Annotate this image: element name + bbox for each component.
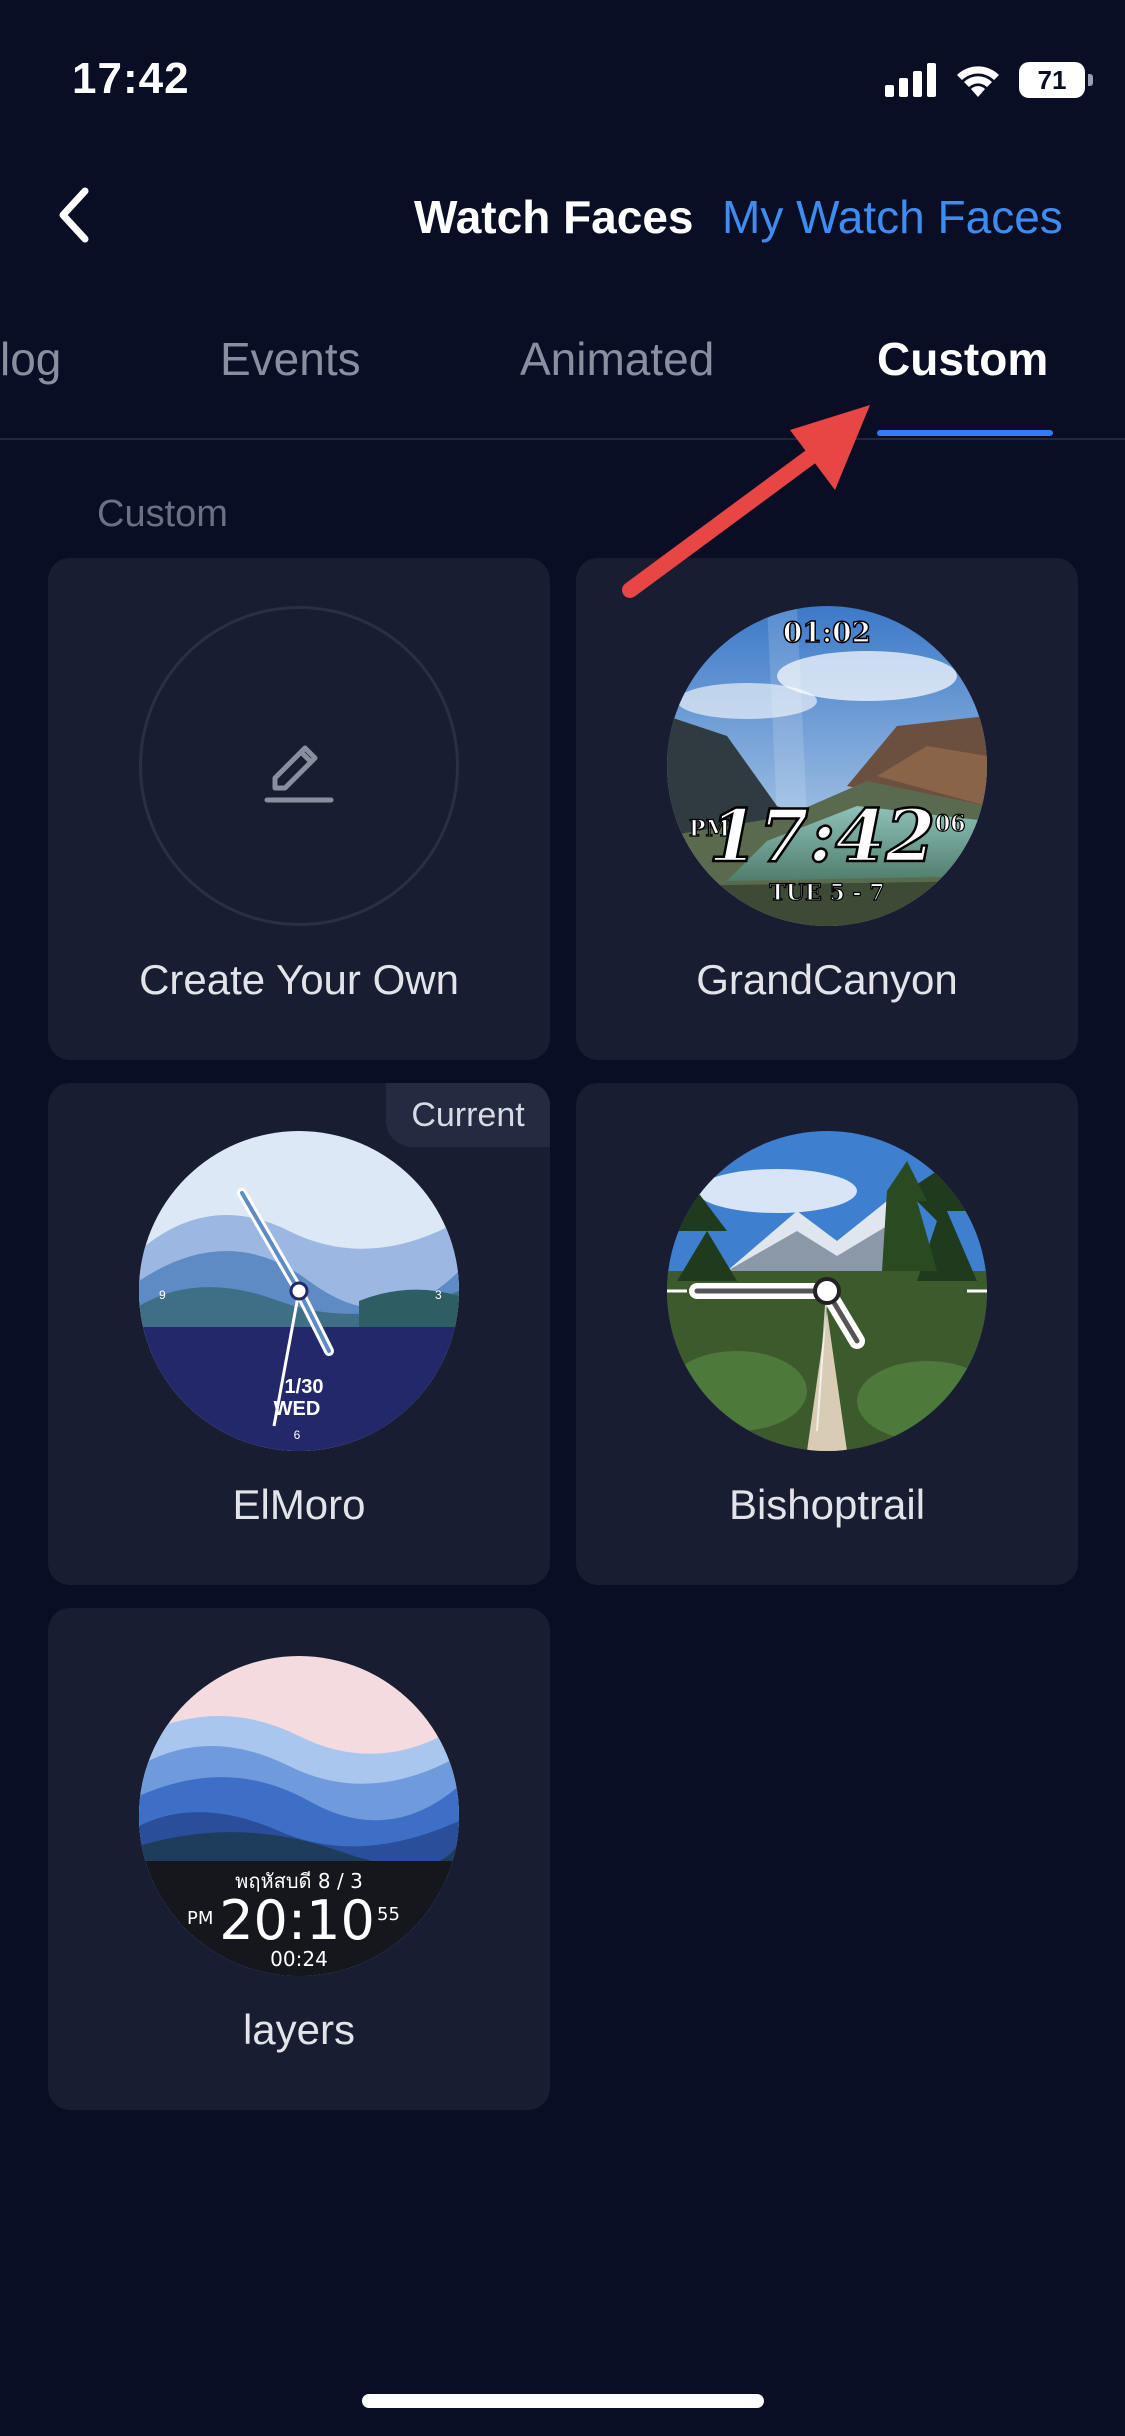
layers-card[interactable]: พฤหัสบดี 8 / 3 PM 20:10 55 00:24 layers	[48, 1608, 550, 2110]
page-title: Watch Faces	[414, 191, 694, 243]
elmoro-card[interactable]: Current 9 3 6 1/30 WED ElMoro	[48, 1083, 550, 1585]
grandcanyon-card[interactable]: 01:02 PM 17:42 06 TUE 5 - 7 GrandCanyon	[576, 558, 1078, 1060]
back-button[interactable]	[40, 180, 110, 250]
wifi-icon	[957, 66, 999, 97]
home-indicator[interactable]	[362, 2394, 764, 2408]
card-label: Create Your Own	[139, 956, 459, 1003]
active-tab-indicator	[877, 430, 1053, 436]
card-label: layers	[242, 2006, 356, 2053]
elmoro-face-image: 9 3 6 1/30 WED	[139, 1131, 459, 1451]
elmoro-day: WED	[274, 1398, 321, 1420]
grandcanyon-face-image: 01:02 PM 17:42 06 TUE 5 - 7	[667, 606, 987, 926]
bishoptrail-face-image	[667, 1131, 987, 1451]
section-title: Custom	[97, 493, 228, 535]
status-bar: 17:42 71	[0, 0, 1125, 160]
layers-time: 20:10	[219, 1889, 375, 1952]
layers-seconds: 55	[377, 1904, 400, 1925]
gc-seconds: 06	[935, 811, 966, 837]
tab-events[interactable]: Events	[220, 332, 361, 386]
card-label: GrandCanyon	[696, 956, 958, 1003]
tab-bar: log Events Animated Custom	[0, 300, 1125, 440]
layers-sub: 00:24	[270, 1947, 328, 1971]
card-label: Bishoptrail	[728, 1481, 926, 1528]
current-badge: Current	[386, 1083, 550, 1147]
tab-analog[interactable]: log	[0, 332, 61, 386]
chevron-left-icon	[59, 187, 89, 243]
bishoptrail-card[interactable]: Bishoptrail	[576, 1083, 1078, 1585]
create-your-own-card[interactable]: Create Your Own	[48, 558, 550, 1060]
card-label: ElMoro	[232, 1481, 366, 1528]
gc-date: TUE 5 - 7	[769, 880, 884, 906]
pencil-edit-icon	[264, 745, 334, 803]
status-time: 17:42	[72, 54, 190, 103]
layers-ampm: PM	[187, 1908, 213, 1929]
layers-face-image: พฤหัสบดี 8 / 3 PM 20:10 55 00:24	[139, 1656, 459, 1976]
tab-animated[interactable]: Animated	[520, 332, 714, 386]
create-ring	[139, 606, 459, 926]
tab-custom[interactable]: Custom	[877, 332, 1048, 386]
cellular-signal-icon	[885, 63, 936, 97]
gc-top-time: 01:02	[783, 616, 871, 649]
elmoro-date: 1/30	[285, 1376, 324, 1398]
my-watch-faces-link[interactable]: My Watch Faces	[722, 190, 1063, 244]
battery-icon: 71	[1019, 62, 1093, 98]
elmoro-n6: 6	[294, 1428, 301, 1442]
elmoro-n9: 9	[159, 1288, 166, 1302]
status-icons: 71	[885, 62, 1093, 98]
nav-header: Watch Faces My Watch Faces	[0, 160, 1125, 270]
elmoro-n3: 3	[435, 1288, 442, 1302]
gc-main-time: 17:42	[709, 793, 936, 878]
